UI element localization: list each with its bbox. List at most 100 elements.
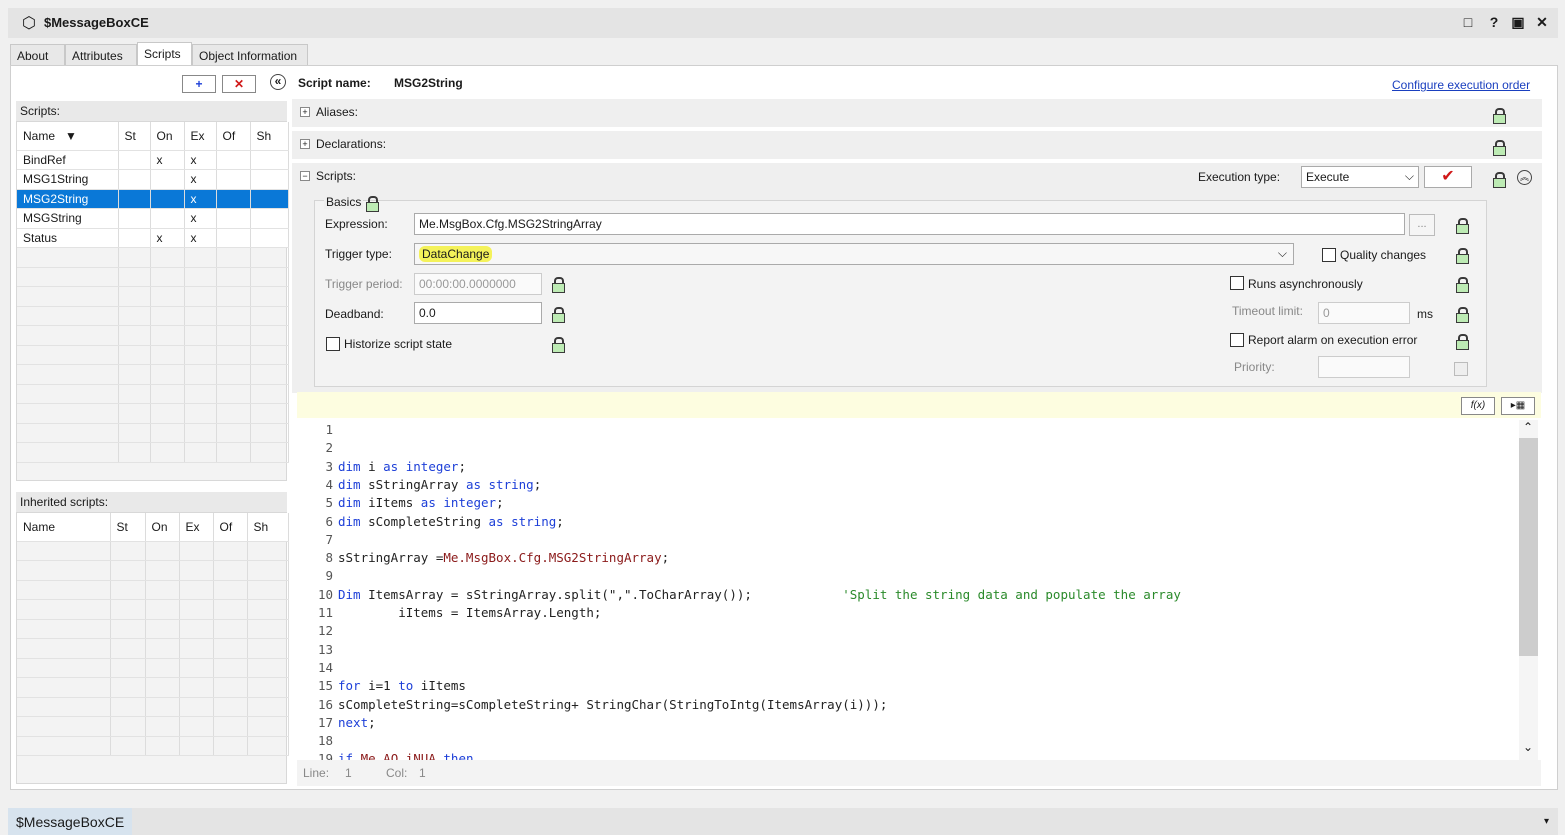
table-row[interactable]: MSGString x (17, 208, 289, 229)
priority-input[interactable] (1318, 356, 1410, 378)
column-header-of[interactable]: Of (216, 122, 251, 151)
inherited-header-st[interactable]: St (110, 513, 146, 542)
inherited-header-of[interactable]: Of (213, 513, 248, 542)
expression-input[interactable]: Me.MsgBox.Cfg.MSG2StringArray (414, 213, 1405, 235)
cell-sh (250, 189, 289, 209)
editor-toolbar (297, 392, 1541, 418)
trigger-type-select[interactable]: DataChange ⌵ (414, 243, 1294, 265)
cell-ex: x (184, 189, 217, 209)
expand-icon[interactable]: + (300, 139, 310, 149)
scroll-up-icon[interactable]: ⌃ (1523, 420, 1533, 434)
lock-icon[interactable] (1456, 248, 1469, 264)
dock-icon[interactable]: ▣ (1510, 14, 1526, 31)
lock-icon[interactable] (1493, 140, 1506, 156)
aliases-section[interactable]: + Aliases: (292, 99, 1542, 127)
inherited-scripts-grid: Name St On Ex Of Sh (16, 512, 289, 784)
close-icon[interactable]: ✕ (1534, 14, 1550, 31)
declarations-section[interactable]: + Declarations: (292, 131, 1542, 159)
runs-asynchronously-label: Runs asynchronously (1248, 277, 1363, 291)
delete-script-button[interactable]: ✕ (222, 75, 256, 93)
table-row[interactable]: MSG1String x (17, 169, 289, 190)
tab-about[interactable]: About (10, 44, 65, 66)
column-header-sh[interactable]: Sh (250, 122, 289, 151)
lock-icon[interactable] (1493, 172, 1506, 188)
line-value: 1 (345, 766, 352, 780)
script-code-editor[interactable]: 1 2 3 dim i as integer; 4 dim sStringArray as… (297, 420, 1519, 760)
cell-on: x (150, 228, 185, 248)
column-header-name[interactable]: Name ▼ (17, 122, 119, 151)
tab-scripts[interactable]: Scripts (137, 42, 192, 66)
line-number: 7 (325, 531, 333, 547)
lock-icon[interactable] (366, 196, 379, 212)
cell-st (118, 169, 151, 190)
tab-attributes[interactable]: Attributes (65, 44, 137, 66)
lock-icon[interactable] (552, 337, 565, 353)
column-header-ex[interactable]: Ex (184, 122, 217, 151)
historize-script-state-label: Historize script state (344, 337, 453, 351)
inherited-header-on[interactable]: On (145, 513, 180, 542)
basics-label: Basics (324, 195, 364, 209)
historize-script-state-checkbox[interactable] (326, 337, 340, 351)
code-line: if Me.AO.iNUA then (338, 751, 474, 760)
table-row[interactable]: Status x x (17, 228, 289, 248)
chevron-down-icon: ⌵ (1277, 246, 1287, 260)
lock-icon[interactable] (1456, 334, 1469, 350)
lock-icon[interactable] (1456, 307, 1469, 323)
lock-icon[interactable] (1493, 108, 1506, 124)
report-alarm-checkbox[interactable] (1230, 333, 1244, 347)
script-name-label: Script name: (298, 76, 371, 90)
scrollbar-thumb[interactable] (1519, 438, 1538, 656)
apply-checkmark-button[interactable]: ✔ (1424, 166, 1472, 188)
help-icon[interactable]: ? (1486, 14, 1502, 30)
sort-desc-icon: ▼ (65, 128, 77, 143)
inherited-header-sh[interactable]: Sh (247, 513, 289, 542)
configure-execution-order-link[interactable]: Configure execution order (1392, 78, 1530, 92)
cell-st (118, 208, 151, 229)
table-row[interactable]: BindRef x x (17, 150, 289, 170)
tab-object-information[interactable]: Object Information (192, 44, 308, 66)
bottom-tab-bar: $MessageBoxCE ▾ (8, 808, 1558, 835)
line-number: 15 (317, 678, 333, 694)
add-script-button[interactable]: + (182, 75, 216, 93)
execution-type-label: Execution type: (1198, 170, 1281, 184)
execution-type-value: Execute (1306, 170, 1350, 184)
collapse-panel-button[interactable]: « (270, 74, 286, 90)
trigger-period-input[interactable]: 00:00:00.0000000 (414, 273, 542, 295)
inherited-header-ex[interactable]: Ex (179, 513, 214, 542)
cell-of (216, 189, 251, 209)
lock-icon[interactable] (1456, 218, 1469, 234)
quality-changes-checkbox[interactable] (1322, 248, 1336, 262)
restore-icon[interactable]: □ (1460, 14, 1476, 30)
attribute-browser-icon[interactable]: ▸▦ (1501, 397, 1535, 415)
inherited-header-name[interactable]: Name (17, 513, 111, 542)
tab-list-dropdown-icon[interactable]: ▾ (1544, 816, 1549, 827)
expand-icon[interactable]: + (300, 107, 310, 117)
trigger-type-value: DataChange (419, 246, 493, 262)
lock-icon[interactable] (1456, 277, 1469, 293)
line-number: 17 (317, 714, 333, 730)
execution-type-select[interactable]: Execute ⌵ (1301, 166, 1419, 188)
runs-asynchronously-checkbox[interactable] (1230, 276, 1244, 290)
scroll-down-icon[interactable]: ⌄ (1523, 740, 1533, 754)
function-browser-button[interactable]: f(x) (1461, 397, 1495, 415)
collapse-up-icon[interactable]: ︽ (1517, 170, 1532, 185)
column-header-st[interactable]: St (118, 122, 151, 151)
document-tab[interactable]: $MessageBoxCE (8, 808, 133, 835)
line-number: 2 (325, 440, 333, 456)
report-alarm-label: Report alarm on execution error (1248, 333, 1418, 347)
collapse-icon[interactable]: − (300, 171, 310, 181)
column-header-on[interactable]: On (150, 122, 185, 151)
timeout-limit-input[interactable]: 0 (1318, 302, 1410, 324)
declarations-label: Declarations: (316, 137, 387, 151)
lock-icon[interactable] (552, 277, 565, 293)
ellipsis-button[interactable]: ... (1409, 214, 1435, 236)
cell-sh (250, 208, 289, 229)
table-row-selected[interactable]: MSG2String x (17, 189, 289, 209)
code-line: dim sCompleteString as string; (338, 513, 564, 529)
code-line: Dim ItemsArray = sStringArray.split(",".… (338, 586, 1181, 602)
deadband-input[interactable]: 0.0 (414, 302, 542, 324)
chevron-down-icon: ⌵ (1404, 169, 1414, 183)
lock-icon[interactable] (552, 307, 565, 323)
cell-of (216, 169, 251, 190)
vertical-scrollbar[interactable]: ⌃ ⌄ (1519, 420, 1538, 760)
